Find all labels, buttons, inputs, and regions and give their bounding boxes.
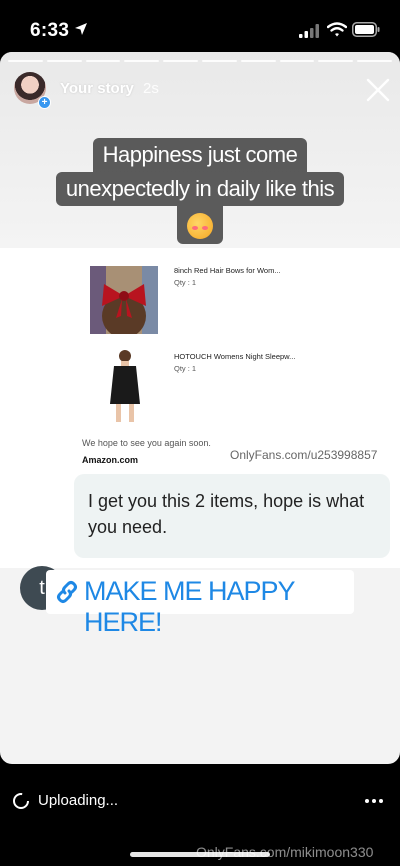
add-story-plus-icon[interactable]: + [38,96,51,109]
amazon-store-label: Amazon.com [82,455,139,465]
smiling-face-with-hearts-icon [187,213,213,240]
uploading-spinner-icon [13,793,29,809]
link-sticker-label[interactable]: MAKE ME HAPPY HERE! [84,576,354,638]
cellular-signal-icon [299,24,319,38]
story-username[interactable]: Your story [60,80,134,97]
product-1-qty: Qty : 1 [174,278,197,287]
product-1-name: 8inch Red Hair Bows for Wom... [174,266,281,275]
link-sticker[interactable]: MAKE ME HAPPY HERE! [46,570,354,637]
product-2-name: HOTOUCH Womens Night Sleepw... [174,352,296,361]
message-bubble: I get you this 2 items, hope is what you… [74,474,390,558]
clock: 6:33 [30,20,70,41]
status-bar: 6:33 [0,0,400,52]
home-indicator[interactable] [130,852,270,857]
location-arrow-icon [75,23,87,35]
story-progress-bar [8,60,392,62]
bottom-bar: Uploading... OnlyFans.com/mikimoon330 [0,764,400,866]
caption-emoji [0,206,400,244]
close-icon[interactable] [366,78,390,102]
caption-line-2: unexpectedly in daily like this [0,172,400,206]
caption-line-1: Happiness just come [0,138,400,172]
story-viewer[interactable]: + Your story 2s Happiness just come unex… [0,52,400,764]
product-2-qty: Qty : 1 [174,364,197,373]
story-timestamp: 2s [143,80,159,97]
battery-icon [352,22,380,37]
night-dress-image [104,348,146,426]
upload-status: Uploading... [38,792,119,809]
wifi-icon [327,22,347,37]
message-text: I get you this 2 items, hope is what you… [88,491,365,537]
receipt-footer-text: We hope to see you again soon. [82,438,211,448]
watermark-text: OnlyFans.com/u253998857 [230,448,378,462]
more-options-icon[interactable] [362,792,386,810]
red-hair-bow-image [90,266,158,334]
link-icon [57,581,77,603]
